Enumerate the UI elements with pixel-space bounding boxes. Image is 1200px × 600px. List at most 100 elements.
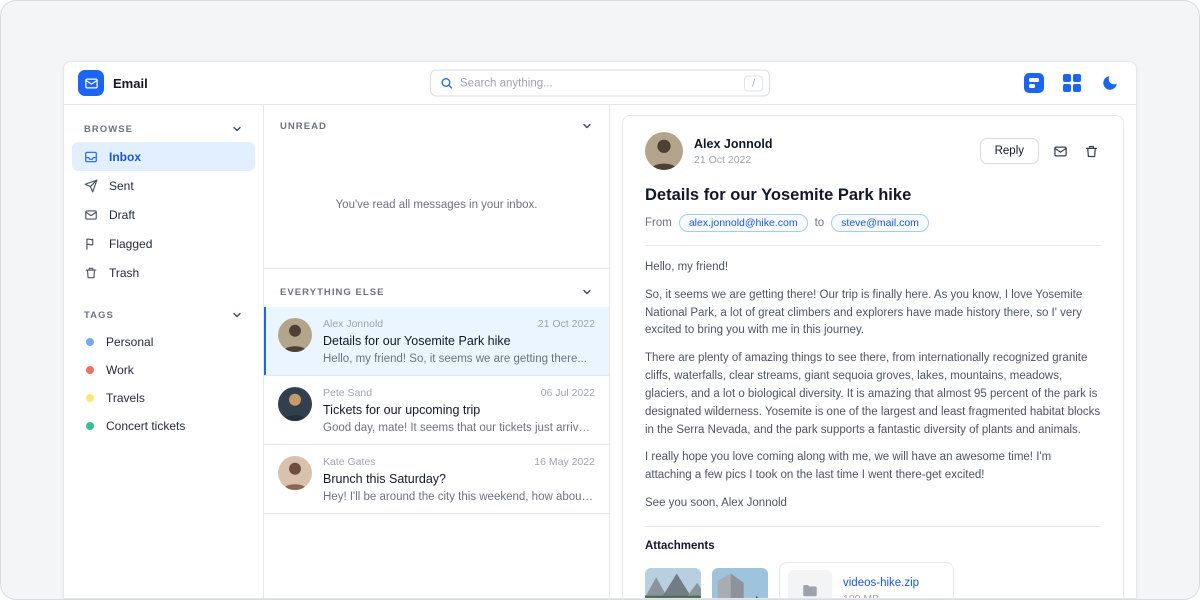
attachments-label: Attachments bbox=[645, 540, 1101, 552]
mail-date: 06 Jul 2022 bbox=[541, 387, 595, 399]
search-input[interactable] bbox=[460, 77, 737, 89]
tags-section: TAGS Personal Work Travels bbox=[72, 301, 255, 440]
browse-section-header: BROWSE bbox=[72, 115, 255, 142]
to-label: to bbox=[815, 217, 825, 229]
tag-label: Work bbox=[106, 363, 134, 377]
everything-else-section-title: EVERYTHING ELSE bbox=[280, 287, 385, 298]
page-background: Email / bbox=[0, 0, 1200, 600]
board-icon bbox=[1024, 73, 1044, 93]
browse-nav: Inbox Sent Draft Flagged bbox=[72, 142, 255, 287]
everything-else-section-header: EVERYTHING ELSE bbox=[264, 269, 609, 307]
sidebar-item-inbox[interactable]: Inbox bbox=[72, 142, 255, 171]
from-label: From bbox=[645, 217, 672, 229]
board-button[interactable] bbox=[1022, 71, 1046, 95]
detail-sender-name: Alex Jonnold bbox=[694, 137, 772, 151]
email-detail-pane: Alex Jonnold 21 Oct 2022 Reply bbox=[610, 105, 1136, 598]
delete-button[interactable] bbox=[1082, 142, 1101, 161]
moon-icon bbox=[1101, 74, 1119, 92]
topbar: Email / bbox=[64, 62, 1136, 105]
tags-section-title: TAGS bbox=[84, 310, 114, 321]
detail-actions: Reply bbox=[980, 138, 1101, 164]
sidebar-item-draft[interactable]: Draft bbox=[72, 200, 255, 229]
message-list-column: UNREAD You've read all messages in your … bbox=[264, 105, 610, 598]
mail-sender: Kate Gates bbox=[323, 456, 376, 468]
attachment-photo-1[interactable] bbox=[645, 568, 701, 598]
attachment-file-size: 100 MB bbox=[843, 593, 919, 598]
divider bbox=[645, 526, 1101, 527]
tag-color-dot bbox=[86, 366, 94, 374]
search-shortcut-badge: / bbox=[744, 75, 763, 91]
avatar bbox=[278, 318, 312, 352]
everything-else-collapse-chevron-icon[interactable] bbox=[581, 286, 593, 298]
to-email-chip[interactable]: steve@mail.com bbox=[831, 214, 929, 232]
mail-date: 16 May 2022 bbox=[534, 456, 595, 468]
app-title: Email bbox=[113, 76, 148, 91]
body-paragraph: There are plenty of amazing things to se… bbox=[645, 350, 1101, 439]
avatar bbox=[645, 132, 683, 170]
email-list-item-brunch[interactable]: Kate Gates 16 May 2022 Brunch this Satur… bbox=[264, 445, 609, 514]
tag-color-dot bbox=[86, 338, 94, 346]
reply-button[interactable]: Reply bbox=[980, 138, 1039, 164]
mail-sender: Alex Jonnold bbox=[323, 318, 383, 330]
tag-label: Travels bbox=[106, 391, 145, 405]
folder-icon bbox=[788, 570, 832, 598]
sidebar: BROWSE Inbox Sent Draft bbox=[64, 105, 264, 598]
flag-icon bbox=[84, 237, 98, 251]
tag-personal[interactable]: Personal bbox=[72, 328, 255, 356]
from-email-chip[interactable]: alex.jonnold@hike.com bbox=[679, 214, 808, 232]
detail-header: Alex Jonnold 21 Oct 2022 Reply bbox=[645, 132, 1101, 170]
avatar bbox=[278, 456, 312, 490]
detail-date: 21 Oct 2022 bbox=[694, 154, 772, 166]
sidebar-item-label: Trash bbox=[109, 266, 139, 280]
mail-preview: Hey! I'll be around the city this weeken… bbox=[323, 491, 595, 503]
dark-mode-button[interactable] bbox=[1098, 71, 1122, 95]
unread-empty-message: You've read all messages in your inbox. bbox=[264, 141, 609, 269]
tag-concert-tickets[interactable]: Concert tickets bbox=[72, 412, 255, 440]
mark-unread-button[interactable] bbox=[1051, 142, 1070, 161]
trash-icon bbox=[1084, 144, 1099, 159]
tag-travels[interactable]: Travels bbox=[72, 384, 255, 412]
search-icon bbox=[440, 77, 453, 90]
tags-collapse-chevron-icon[interactable] bbox=[231, 309, 243, 321]
apps-grid-button[interactable] bbox=[1060, 71, 1084, 95]
body-paragraph: Hello, my friend! bbox=[645, 259, 1101, 277]
sidebar-item-flagged[interactable]: Flagged bbox=[72, 229, 255, 258]
tag-color-dot bbox=[86, 394, 94, 402]
topbar-actions bbox=[1022, 71, 1122, 95]
from-to-row: From alex.jonnold@hike.com to steve@mail… bbox=[645, 214, 1101, 232]
mail-preview: Good day, mate! It seems that our ticket… bbox=[323, 422, 595, 434]
sidebar-item-label: Draft bbox=[109, 208, 135, 222]
divider bbox=[645, 245, 1101, 246]
email-list-item-tickets[interactable]: Pete Sand 06 Jul 2022 Tickets for our up… bbox=[264, 376, 609, 445]
send-icon bbox=[84, 179, 98, 193]
tag-work[interactable]: Work bbox=[72, 356, 255, 384]
tags-section-header: TAGS bbox=[72, 301, 255, 328]
sidebar-item-label: Flagged bbox=[109, 237, 152, 251]
trash-icon bbox=[84, 266, 98, 280]
sidebar-item-label: Sent bbox=[109, 179, 134, 193]
envelope-icon bbox=[84, 208, 98, 222]
body-paragraph: So, it seems we are getting there! Our t… bbox=[645, 287, 1101, 340]
attachments-row: videos-hike.zip 100 MB bbox=[645, 562, 1101, 598]
unread-section-header: UNREAD bbox=[264, 105, 609, 141]
attachment-file-name: videos-hike.zip bbox=[843, 577, 919, 589]
unread-collapse-chevron-icon[interactable] bbox=[581, 120, 593, 132]
browse-collapse-chevron-icon[interactable] bbox=[231, 123, 243, 135]
envelope-icon bbox=[1053, 144, 1068, 159]
body-paragraph: See you soon, Alex Jonnold bbox=[645, 495, 1101, 513]
sidebar-item-trash[interactable]: Trash bbox=[72, 258, 255, 287]
attachment-photo-2[interactable] bbox=[712, 568, 768, 598]
detail-subject: Details for our Yosemite Park hike bbox=[645, 186, 1101, 205]
browse-section-title: BROWSE bbox=[84, 124, 133, 135]
email-detail-card: Alex Jonnold 21 Oct 2022 Reply bbox=[622, 115, 1124, 598]
sidebar-item-sent[interactable]: Sent bbox=[72, 171, 255, 200]
attachment-file-card[interactable]: videos-hike.zip 100 MB bbox=[779, 562, 954, 598]
email-body: Hello, my friend! So, it seems we are ge… bbox=[645, 259, 1101, 513]
brand: Email bbox=[78, 70, 148, 96]
email-list-item-yosemite[interactable]: Alex Jonnold 21 Oct 2022 Details for our… bbox=[264, 307, 609, 376]
unread-section-title: UNREAD bbox=[280, 121, 327, 132]
sidebar-item-label: Inbox bbox=[109, 150, 141, 164]
apps-grid-icon bbox=[1063, 74, 1081, 92]
email-logo-icon bbox=[78, 70, 104, 96]
inbox-icon bbox=[84, 150, 98, 164]
